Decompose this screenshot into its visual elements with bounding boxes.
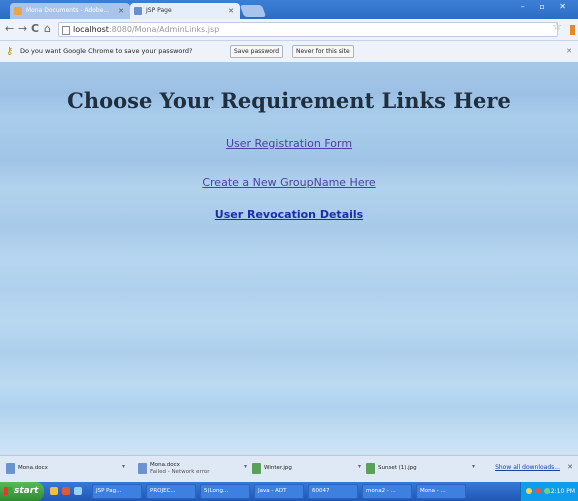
- chevron-down-icon[interactable]: ▾: [358, 463, 361, 470]
- save-password-button[interactable]: Save password: [230, 45, 284, 58]
- image-icon: [252, 463, 261, 474]
- browser-toolbar: ← → C ⌂ localhost:8080/Mona/AdminLinks.j…: [0, 19, 578, 41]
- download-name: Winter.jpg: [264, 465, 292, 471]
- clock: 12:10 PM: [547, 488, 575, 495]
- bookmark-star-icon[interactable]: ☆: [552, 20, 562, 33]
- new-tab-button[interactable]: [239, 5, 267, 17]
- quicklaunch-icon[interactable]: [74, 487, 82, 495]
- taskbar-item[interactable]: PROJEC...: [146, 484, 196, 499]
- download-item[interactable]: Winter.jpg ▾: [252, 461, 361, 477]
- close-infobar-icon[interactable]: ✕: [566, 41, 572, 62]
- chevron-down-icon[interactable]: ▾: [122, 463, 125, 470]
- taskbar-item[interactable]: Mona - ...: [416, 484, 466, 499]
- page-icon: [62, 26, 70, 35]
- taskbar-item[interactable]: Java - ADT: [254, 484, 304, 499]
- os-taskbar: start JSP Pag... PROJEC... 5(Long... Jav…: [0, 482, 578, 501]
- create-group-link[interactable]: Create a New GroupName Here: [0, 176, 578, 189]
- download-item[interactable]: Sunset (1).jpg ▾: [366, 461, 475, 477]
- user-registration-link[interactable]: User Registration Form: [0, 137, 578, 150]
- user-revocation-link[interactable]: User Revocation Details: [0, 208, 578, 221]
- key-icon: ⚷: [6, 46, 14, 57]
- tab-label: Mona Documents - Adobe...: [26, 7, 110, 14]
- back-icon[interactable]: ←: [5, 22, 14, 36]
- close-tab-icon[interactable]: ✕: [228, 3, 234, 19]
- document-icon: [138, 463, 147, 474]
- page-content: Choose Your Requirement Links Here User …: [0, 62, 578, 455]
- close-shelf-icon[interactable]: ✕: [567, 463, 573, 471]
- tab-jsp-page[interactable]: JSP Page ✕: [130, 3, 240, 19]
- image-icon: [366, 463, 375, 474]
- url-path: :8080/Mona/AdminLinks.jsp: [108, 25, 220, 34]
- chevron-down-icon[interactable]: ▾: [472, 463, 475, 470]
- page-title: Choose Your Requirement Links Here: [67, 88, 511, 113]
- windows-logo-icon: [4, 487, 12, 495]
- download-item[interactable]: Mona.docx ▾: [6, 461, 125, 477]
- tray-icon[interactable]: [526, 488, 532, 494]
- taskbar-item[interactable]: 5(Long...: [200, 484, 250, 499]
- infobar-message: Do you want Google Chrome to save your p…: [20, 47, 193, 55]
- taskbar-item[interactable]: JSP Pag...: [92, 484, 142, 499]
- reload-icon[interactable]: C: [31, 22, 39, 36]
- taskbar-item[interactable]: 60047: [308, 484, 358, 499]
- address-bar[interactable]: localhost:8080/Mona/AdminLinks.jsp: [58, 22, 558, 37]
- close-tab-icon[interactable]: ✕: [118, 3, 124, 19]
- chevron-down-icon[interactable]: ▾: [244, 463, 247, 470]
- pdf-icon: [14, 7, 22, 15]
- quicklaunch-icon[interactable]: [62, 487, 70, 495]
- url-host: localhost: [73, 25, 109, 34]
- download-item[interactable]: Mona.docx Failed - Network error ▾: [138, 461, 247, 477]
- quicklaunch-icon[interactable]: [50, 487, 58, 495]
- forward-icon[interactable]: →: [18, 22, 27, 36]
- save-password-infobar: ⚷ Do you want Google Chrome to save your…: [0, 41, 578, 63]
- document-icon: [6, 463, 15, 474]
- tray-icon[interactable]: [544, 488, 550, 494]
- show-all-downloads-link[interactable]: Show all downloads...: [495, 464, 560, 471]
- browser-titlebar: Mona Documents - Adobe... ✕ JSP Page ✕ –…: [0, 0, 578, 19]
- never-for-site-button[interactable]: Never for this site: [292, 45, 354, 58]
- page-icon: [134, 7, 142, 15]
- home-icon[interactable]: ⌂: [44, 22, 51, 36]
- tray-icon[interactable]: [535, 488, 541, 494]
- window-controls[interactable]: – ▫ ✕: [521, 2, 572, 11]
- download-name: Mona.docx: [150, 462, 180, 468]
- download-name: Sunset (1).jpg: [378, 465, 417, 471]
- start-label: start: [14, 486, 39, 496]
- wrench-menu-icon[interactable]: [570, 25, 575, 35]
- download-name: Mona.docx: [18, 465, 48, 471]
- start-button[interactable]: start: [0, 482, 44, 501]
- tab-mona-documents[interactable]: Mona Documents - Adobe... ✕: [10, 3, 130, 19]
- download-status: Failed - Network error: [150, 469, 210, 475]
- tab-label: JSP Page: [146, 7, 172, 14]
- download-shelf: Mona.docx ▾ Mona.docx Failed - Network e…: [0, 455, 578, 482]
- system-tray: 12:10 PM: [520, 482, 578, 501]
- taskbar-item[interactable]: mona2 - ...: [362, 484, 412, 499]
